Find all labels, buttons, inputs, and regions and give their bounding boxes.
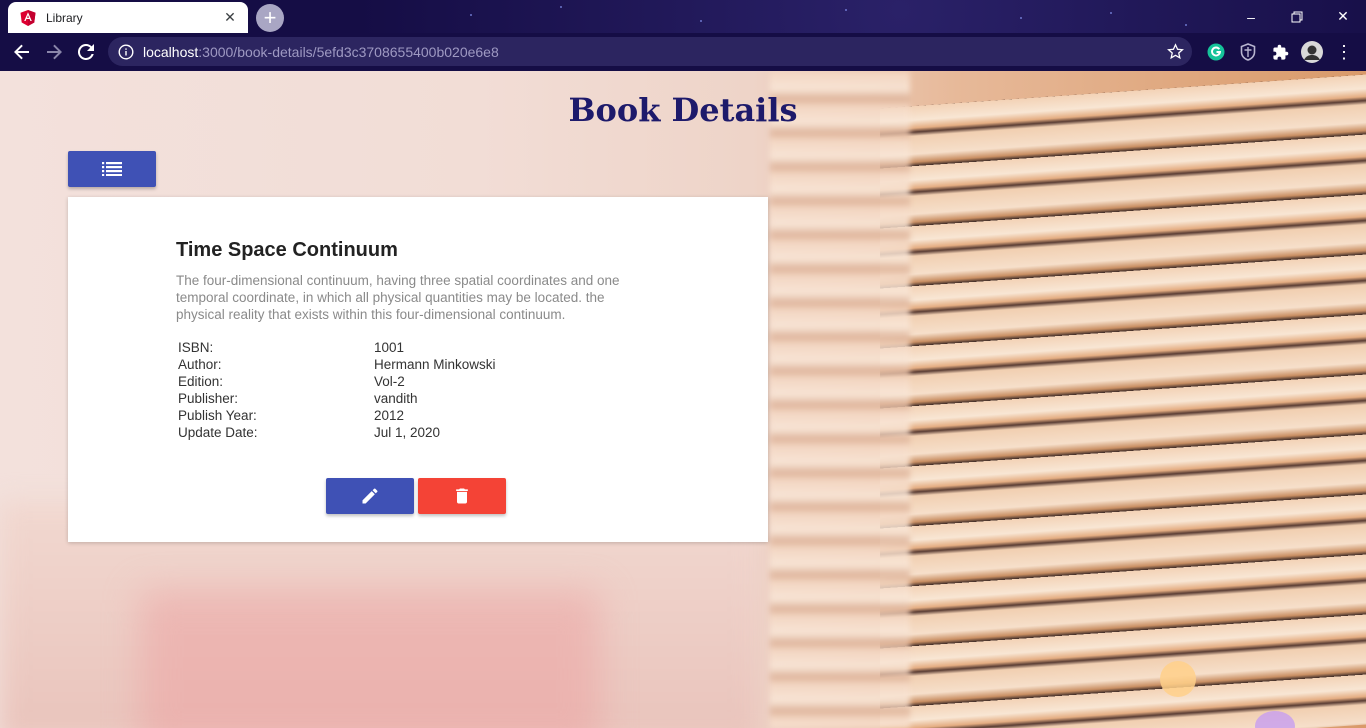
detail-label: ISBN: (178, 340, 214, 355)
book-list-button[interactable] (68, 151, 156, 187)
reload-icon[interactable] (71, 37, 101, 67)
background-star (845, 9, 847, 11)
address-bar[interactable]: localhost:3000/book-details/5efd3c370865… (108, 37, 1192, 66)
delete-book-button[interactable] (418, 478, 506, 514)
detail-value: 1001 (374, 340, 405, 355)
profile-avatar[interactable] (1301, 41, 1323, 63)
background-star (1185, 24, 1187, 26)
background-star (700, 20, 702, 22)
edit-book-button[interactable] (326, 478, 414, 514)
tab-title: Library (46, 10, 83, 25)
detail-label: Author: (178, 357, 222, 372)
detail-row-publisher: Publisher: vandith (178, 391, 496, 408)
detail-row-isbn: ISBN: 1001 (178, 340, 496, 357)
background-star (1110, 12, 1112, 14)
book-details-table: ISBN: 1001 Author: Hermann Minkowski Edi… (178, 340, 496, 442)
browser-tab[interactable]: Library ✕ (8, 2, 248, 33)
restore-icon[interactable] (1274, 0, 1320, 33)
browser-toolbar: localhost:3000/book-details/5efd3c370865… (0, 33, 1366, 71)
list-icon (102, 162, 122, 176)
background-star (560, 6, 562, 8)
detail-label: Publish Year: (178, 408, 257, 423)
window-close-icon[interactable]: ✕ (1320, 0, 1366, 33)
detail-value: Jul 1, 2020 (374, 425, 441, 440)
background-light-orb (1160, 661, 1196, 697)
background-book-stack (770, 71, 910, 728)
book-description: The four-dimensional continuum, having t… (176, 273, 620, 322)
url-host: localhost (143, 43, 199, 60)
detail-value: vandith (374, 391, 418, 406)
browser-tabstrip: Library ✕ + – ✕ (0, 0, 1366, 33)
detail-row-edition: Edition: Vol-2 (178, 374, 496, 391)
detail-value: Vol-2 (374, 374, 405, 389)
detail-label: Publisher: (178, 391, 239, 406)
back-icon[interactable] (7, 37, 37, 67)
minimize-icon[interactable]: – (1228, 0, 1274, 33)
forward-icon[interactable] (39, 37, 69, 67)
angular-icon (20, 9, 36, 26)
detail-label: Update Date: (178, 425, 258, 440)
detail-row-publish-year: Publish Year: 2012 (178, 408, 496, 425)
trash-icon (456, 488, 468, 504)
page-content: Book Details Time Space Continuum The fo… (0, 71, 1366, 728)
detail-row-update-date: Update Date: Jul 1, 2020 (178, 425, 496, 442)
detail-label: Edition: (178, 374, 224, 389)
pencil-icon (362, 488, 378, 504)
new-tab-button[interactable]: + (256, 4, 284, 32)
background-blur (140, 591, 600, 728)
detail-value: 2012 (374, 408, 405, 423)
shield-icon[interactable] (1237, 41, 1259, 63)
card-actions (326, 478, 506, 514)
background-star (1020, 17, 1022, 19)
tab-close-icon[interactable]: ✕ (222, 9, 238, 26)
extensions-puzzle-icon[interactable] (1269, 41, 1291, 63)
site-info-icon[interactable] (118, 43, 134, 60)
url-text: localhost:3000/book-details/5efd3c370865… (143, 44, 499, 60)
book-title: Time Space Continuum (176, 239, 398, 261)
background-star (470, 14, 472, 16)
page-title: Book Details (568, 91, 798, 129)
book-details-card: Time Space Continuum The four-dimensiona… (68, 197, 768, 542)
bookmark-star-icon[interactable] (1167, 43, 1184, 60)
url-path: :3000/book-details/5efd3c3708655400b020e… (198, 43, 499, 60)
detail-row-author: Author: Hermann Minkowski (178, 357, 496, 374)
detail-value: Hermann Minkowski (374, 357, 496, 372)
grammarly-icon[interactable] (1205, 41, 1227, 63)
background-book-stack (880, 73, 1366, 728)
menu-kebab-icon[interactable]: ⋮ (1333, 41, 1355, 63)
